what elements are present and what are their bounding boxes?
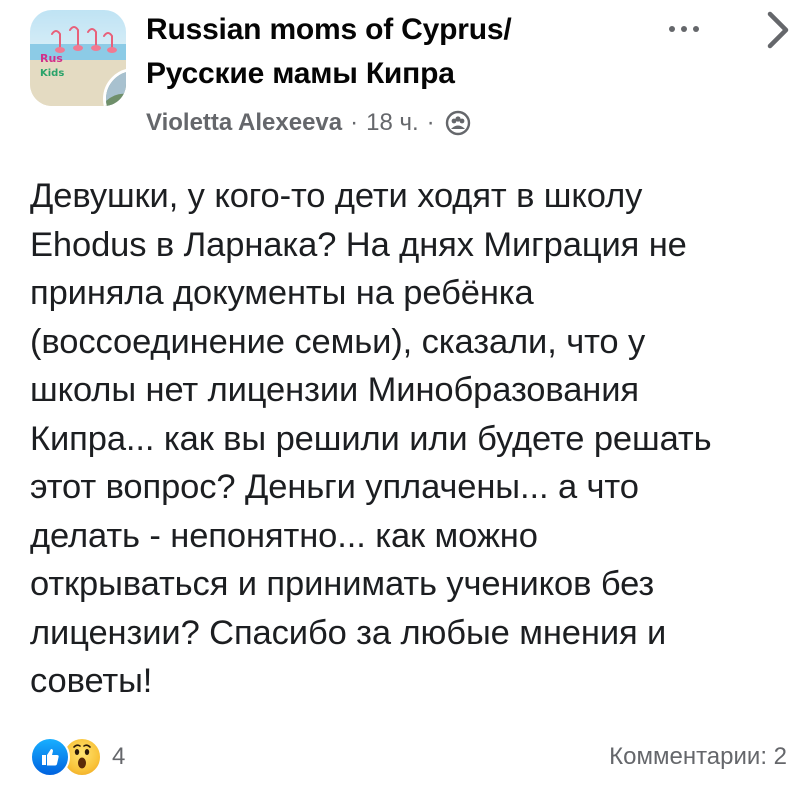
post-text-line: школы нет лицензии Минобразования <box>30 371 639 409</box>
post-text-line: (воссоединение семьи), сказали, что у <box>30 322 646 361</box>
post-text-line: советы! <box>30 662 153 700</box>
reactions-summary[interactable]: 4 <box>30 735 125 779</box>
post-text-line: этот вопрос? Деньги уплачены... а что <box>30 468 639 506</box>
group-avatar[interactable]: Rus Kids <box>30 10 126 106</box>
group-audience-icon <box>445 110 471 136</box>
group-name-line2: Русские мамы Кипра <box>146 57 455 90</box>
post-text-line: Кипра... как вы решили или будете решать <box>30 419 712 458</box>
post-text-line: Ehodus в Ларнака? На днях Миграция не <box>30 225 687 264</box>
reaction-count: 4 <box>112 743 126 770</box>
group-name-link[interactable]: Russian moms of Cyprus/ Русские мамы Кип… <box>146 8 616 96</box>
comments-count-label: Комментарии: 2 <box>609 743 787 770</box>
dot-icon <box>669 26 675 32</box>
post-text-line: открываться и принимать учеников без <box>30 565 655 603</box>
meta-separator: · <box>350 109 359 136</box>
svg-text:Kids: Kids <box>40 68 64 79</box>
post-text: Девушки, у кого-то дети ходят в школу Eh… <box>30 172 780 706</box>
meta-separator: · <box>426 109 435 136</box>
svg-text:Rus: Rus <box>40 52 63 65</box>
author-name-link[interactable]: Violetta Alexeeva <box>146 109 342 137</box>
post-timestamp[interactable]: 18 ч. <box>366 109 419 137</box>
post-text-line: лицензии? Спасибо за любые мнения и <box>30 613 667 652</box>
post-text-line: приняла документы на ребёнка <box>30 274 534 312</box>
dot-icon <box>693 26 699 32</box>
post-text-line: делать - непонятно... как можно <box>30 516 538 555</box>
post-text-line: Девушки, у кого-то дети ходят в школу <box>30 177 643 215</box>
dot-icon <box>681 26 687 32</box>
comments-count-link[interactable]: Комментарии: 2 <box>609 735 787 779</box>
post-meta: Violetta Alexeeva · 18 ч. · <box>146 105 471 141</box>
chevron-right-icon[interactable] <box>760 8 791 52</box>
feed-post: Rus Kids Russian moms of Cyprus/ Русские… <box>0 0 791 800</box>
group-name-line1: Russian moms of Cyprus/ <box>146 13 512 46</box>
more-options-button[interactable] <box>660 14 708 44</box>
like-icon <box>30 737 70 777</box>
